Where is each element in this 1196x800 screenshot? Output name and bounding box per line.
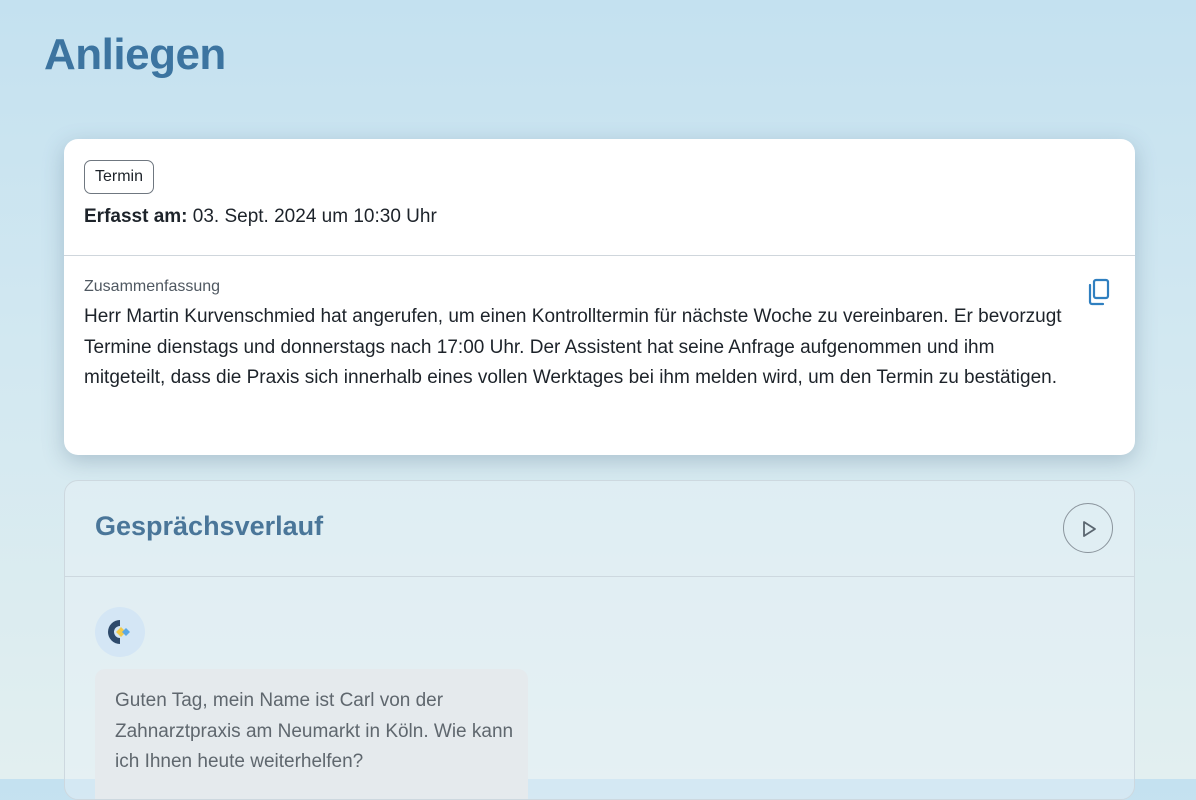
summary-label: Zusammenfassung — [84, 278, 221, 295]
request-card-header: Termin Erfasst am: 03. Sept. 2024 um 10:… — [64, 139, 1135, 256]
assistant-logo-icon — [108, 620, 130, 644]
message-bubble: Guten Tag, mein Name ist Carl von der Za… — [95, 669, 528, 799]
recorded-date: Erfasst am: 03. Sept. 2024 um 10:30 Uhr — [84, 206, 437, 228]
conversation-title: Gesprächsverlauf — [95, 511, 324, 541]
recorded-label: Erfasst am: — [84, 206, 188, 227]
page-title: Anliegen — [44, 30, 226, 79]
copy-icon — [1088, 278, 1110, 306]
play-icon — [1083, 521, 1096, 537]
request-card: Termin Erfasst am: 03. Sept. 2024 um 10:… — [64, 139, 1135, 455]
assistant-avatar — [95, 607, 145, 657]
category-tag[interactable]: Termin — [84, 160, 155, 194]
message-text: Guten Tag, mein Name ist Carl von der Za… — [115, 690, 514, 772]
summary-text: Herr Martin Kurvenschmied hat angerufen,… — [84, 306, 1062, 388]
recorded-value: 03. Sept. 2024 um 10:30 Uhr — [192, 206, 437, 227]
conversation-panel: Gesprächsverlauf Guten Tag, mein Name is… — [64, 480, 1135, 800]
summary-section: Zusammenfassung Herr Martin Kurvenschmie… — [64, 256, 1135, 455]
play-button[interactable] — [1063, 503, 1113, 553]
copy-button[interactable] — [1086, 278, 1112, 306]
conversation-header: Gesprächsverlauf — [65, 481, 1134, 577]
